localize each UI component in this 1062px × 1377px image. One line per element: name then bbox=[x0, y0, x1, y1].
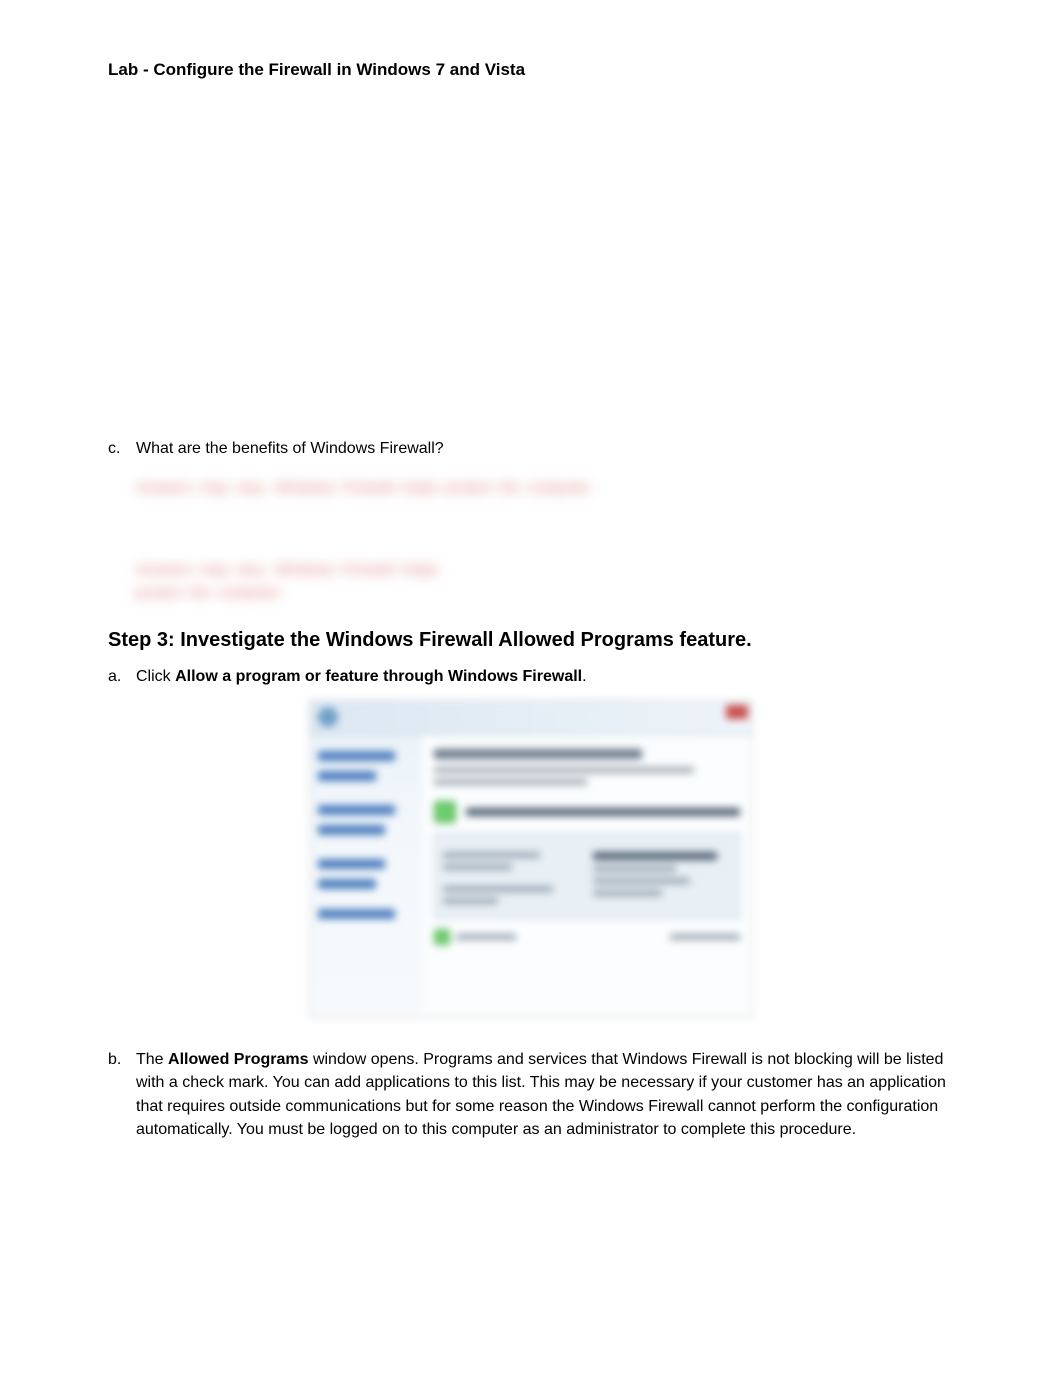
shield-icon bbox=[434, 929, 450, 945]
screenshot-titlebar bbox=[310, 701, 752, 735]
list-marker-c: c. bbox=[108, 440, 136, 458]
item-b-prefix: The bbox=[136, 1051, 168, 1068]
list-marker-b: b. bbox=[108, 1048, 136, 1141]
screenshot-text bbox=[443, 898, 498, 904]
shield-icon bbox=[434, 801, 456, 823]
screenshot-text bbox=[593, 852, 717, 860]
screenshot-text bbox=[434, 767, 694, 773]
screenshot-text bbox=[443, 886, 553, 892]
windows-firewall-screenshot bbox=[309, 700, 753, 1018]
screenshot-text bbox=[593, 890, 662, 896]
sidebar-link bbox=[318, 825, 385, 835]
screenshot-status-row bbox=[434, 801, 740, 823]
item-a-suffix: . bbox=[582, 668, 586, 685]
screenshot-status-text bbox=[466, 808, 740, 816]
list-text-c: What are the benefits of Windows Firewal… bbox=[136, 440, 954, 458]
close-icon bbox=[726, 705, 748, 719]
screenshot-text bbox=[593, 878, 690, 884]
item-b-bold: Allowed Programs bbox=[168, 1051, 308, 1068]
list-item-c: c. What are the benefits of Windows Fire… bbox=[108, 440, 954, 458]
list-marker-a: a. bbox=[108, 668, 136, 686]
screenshot-text bbox=[443, 864, 512, 870]
answer-placeholder-c-extra: Answers may vary. Windows Firewall helps… bbox=[136, 558, 456, 603]
screenshot-text bbox=[593, 866, 676, 872]
screenshot-text bbox=[456, 934, 516, 940]
list-item-b: b. The Allowed Programs window opens. Pr… bbox=[108, 1048, 954, 1141]
sidebar-link bbox=[318, 751, 395, 761]
sidebar-link bbox=[318, 805, 395, 815]
sidebar-link bbox=[318, 771, 376, 781]
item-a-prefix: Click bbox=[136, 668, 175, 685]
list-text-b: The Allowed Programs window opens. Progr… bbox=[136, 1048, 954, 1141]
answer-placeholder-c: Answers may vary. Windows Firewall helps… bbox=[136, 476, 954, 498]
list-item-a: a. Click Allow a program or feature thro… bbox=[108, 668, 954, 686]
item-a-bold: Allow a program or feature through Windo… bbox=[175, 668, 582, 685]
step3-heading: Step 3: Investigate the Windows Firewall… bbox=[108, 629, 954, 652]
screenshot-text bbox=[443, 852, 540, 858]
screenshot-text bbox=[670, 934, 740, 940]
screenshot-main bbox=[422, 735, 752, 1017]
sidebar-link bbox=[318, 879, 376, 889]
screenshot-sidebar bbox=[310, 735, 422, 1017]
sidebar-link bbox=[318, 909, 395, 919]
back-icon bbox=[318, 707, 338, 727]
screenshot-text bbox=[434, 779, 587, 785]
page-header-title: Lab - Configure the Firewall in Windows … bbox=[108, 60, 954, 80]
screenshot-panel bbox=[434, 833, 740, 919]
screenshot-container bbox=[108, 700, 954, 1018]
screenshot-heading bbox=[434, 749, 642, 759]
list-text-a: Click Allow a program or feature through… bbox=[136, 668, 954, 686]
sidebar-link bbox=[318, 859, 385, 869]
